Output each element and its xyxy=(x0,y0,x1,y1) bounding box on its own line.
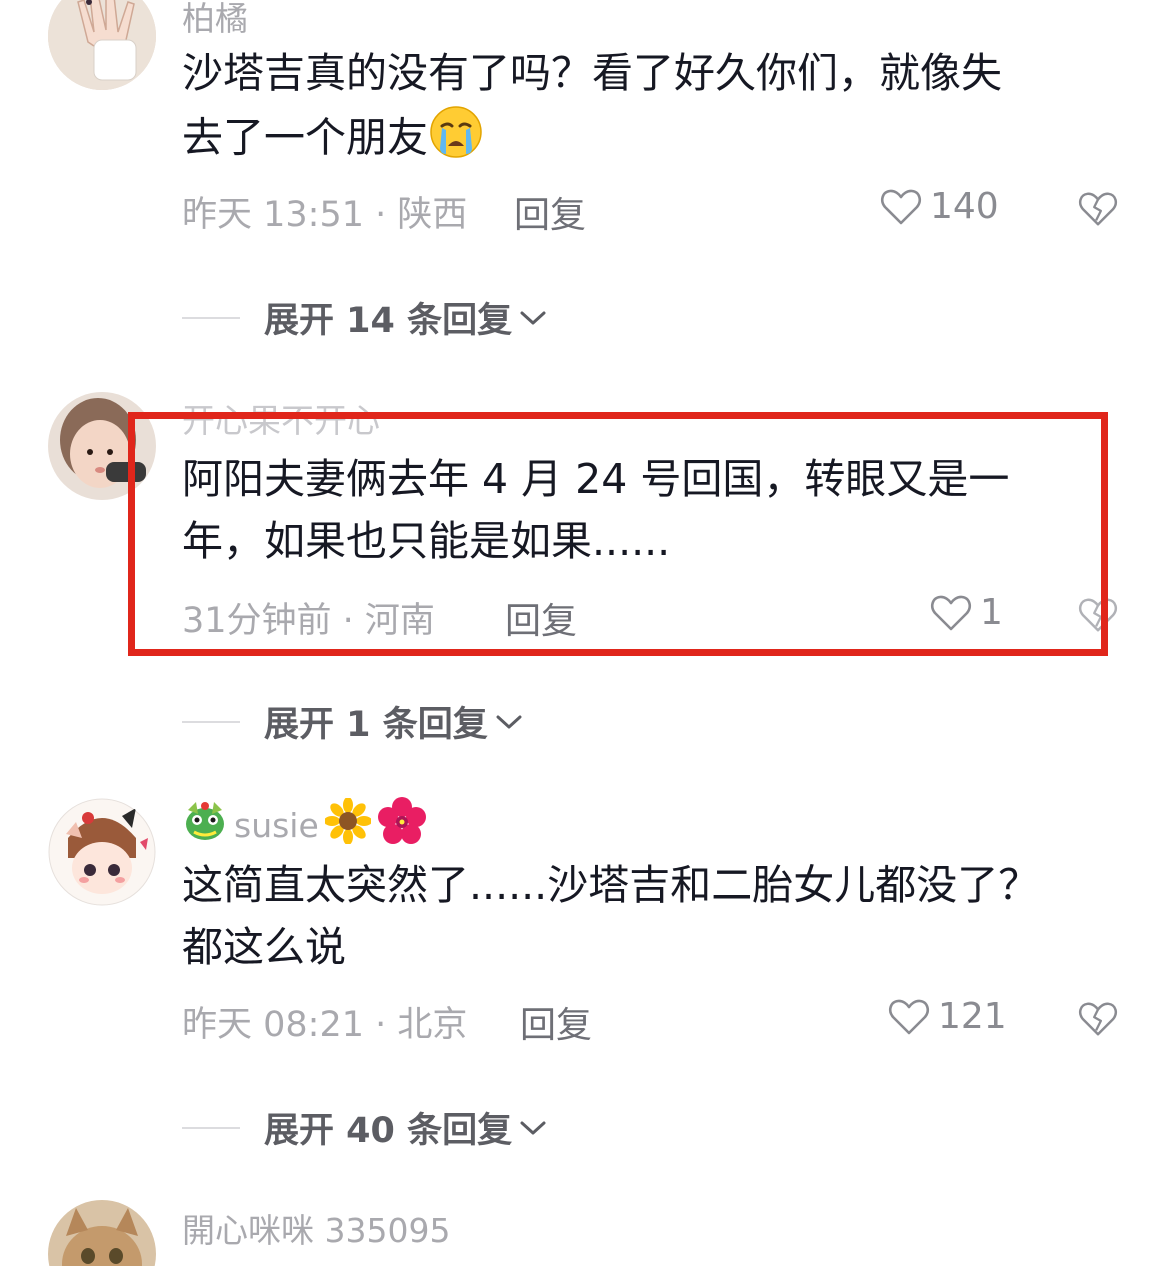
comment-username[interactable]: 柏橘 xyxy=(182,0,248,40)
avatar[interactable] xyxy=(48,0,156,90)
broken-heart-icon xyxy=(1078,1002,1118,1036)
avatar[interactable] xyxy=(48,798,156,906)
comment-list: 柏橘 沙塔吉真的没有了吗？看了好久你们，就像失 去了一个朋友 昨天 13:51 … xyxy=(0,0,1169,1266)
comment-text-line: 这简直太突然了......沙塔吉和二胎女儿都没了？ xyxy=(182,861,1040,909)
chevron-down-icon xyxy=(520,311,546,324)
heart-icon xyxy=(888,999,930,1034)
like-button[interactable]: 140 xyxy=(880,186,999,227)
expand-replies-button[interactable]: 展开 14 条回复 xyxy=(182,292,548,343)
heart-icon xyxy=(880,189,922,224)
expand-replies-label: 展开 1 条回复 xyxy=(264,705,488,745)
comment-username[interactable]: 開心咪咪 335095 xyxy=(182,1204,450,1252)
dislike-button[interactable] xyxy=(1078,190,1118,232)
expand-replies-label: 展开 40 条回复 xyxy=(264,1111,513,1151)
highlight-box xyxy=(128,412,1108,656)
dislike-button[interactable] xyxy=(1078,1000,1118,1042)
like-count: 121 xyxy=(938,996,1007,1037)
comment-time-location: 昨天 13:51 · 陕西 xyxy=(182,195,468,235)
crying-face-icon xyxy=(428,104,484,177)
comment-text: 沙塔吉真的没有了吗？看了好久你们，就像失 去了一个朋友 xyxy=(182,42,1112,177)
reply-button[interactable]: 回复 xyxy=(514,186,586,238)
avatar-cartoon-girl-image xyxy=(48,798,156,906)
chevron-down-icon xyxy=(520,1121,546,1134)
avatar[interactable] xyxy=(48,1200,156,1266)
avatar-hand-image xyxy=(48,0,156,90)
comment-text: 这简直太突然了......沙塔吉和二胎女儿都没了？ 都这么说 xyxy=(182,854,1112,978)
sunflower-emoji-icon xyxy=(323,797,372,852)
broken-heart-icon xyxy=(1078,192,1118,226)
reply-button[interactable]: 回复 xyxy=(520,996,592,1048)
comment-text-segment: 去了一个朋友 xyxy=(182,113,428,162)
comment-username[interactable]: susie xyxy=(182,796,427,854)
comment-text-line: 去了一个朋友 xyxy=(182,104,1112,177)
expand-replies-button[interactable]: 展开 40 条回复 xyxy=(182,1102,548,1153)
expand-replies-button[interactable]: 展开 1 条回复 xyxy=(182,696,524,747)
username-text: susie xyxy=(234,805,319,845)
chevron-down-icon xyxy=(496,715,522,728)
divider-line xyxy=(182,720,240,723)
comment-text-line: 都这么说 xyxy=(182,923,346,971)
expand-replies-label: 展开 14 条回复 xyxy=(264,301,513,341)
avatar-cat-image xyxy=(48,1200,156,1266)
divider-line xyxy=(182,316,240,319)
comment-text-line: 沙塔吉真的没有了吗？看了好久你们，就像失 xyxy=(182,49,1002,97)
comment-time-location: 昨天 08:21 · 北京 xyxy=(182,1005,468,1045)
divider-line xyxy=(182,1126,240,1129)
hibiscus-emoji-icon xyxy=(377,796,427,854)
like-count: 140 xyxy=(930,186,999,227)
like-button[interactable]: 121 xyxy=(888,996,1007,1037)
dragon-emoji-icon xyxy=(182,798,228,852)
